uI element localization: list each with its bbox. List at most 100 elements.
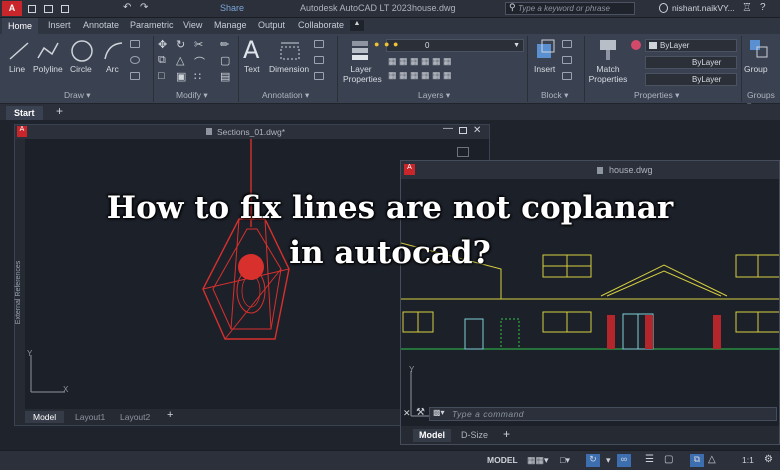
panel-annotation[interactable]: Annotation ▾ [262,90,309,101]
viewport-controls[interactable] [457,147,469,157]
snap-icon[interactable]: □▾ [560,455,570,466]
mirror-icon[interactable]: △ [176,54,184,67]
grid-icon[interactable]: ▦▦▾ [527,455,549,466]
open-icon[interactable] [44,5,53,13]
layer-properties-button[interactable]: Layer Properties [343,64,382,84]
move-icon[interactable]: ✥ [158,38,167,51]
tab-manage[interactable]: Manage [214,20,247,30]
lineweight-dropdown[interactable]: ByLayer [645,73,737,86]
search-input[interactable]: ⚲ Type a keyword or phrase [505,2,635,15]
cart-icon[interactable]: ♖ [742,1,752,14]
layer-tool-icon[interactable]: ▦ ▦ ▦ ▦ ▦ ▦ [388,56,452,67]
create-block-icon[interactable] [562,40,572,48]
maximize-icon[interactable] [459,127,467,134]
match-properties-icon[interactable] [597,38,619,62]
quick-access-icons[interactable]: ↶ ↷ [28,2,178,13]
edit-block-icon[interactable] [562,56,572,64]
polyline-button[interactable]: Polyline [33,64,63,74]
tab-annotate[interactable]: Annotate [83,20,119,30]
command-icon[interactable]: ▩▾ [433,408,445,417]
match-properties-button[interactable]: Match Properties [588,64,628,84]
scale-icon[interactable]: ▣ [176,70,186,83]
tab-model[interactable]: Model [25,411,65,423]
save-icon[interactable] [28,5,36,13]
panel-properties[interactable]: Properties ▾ [634,90,679,101]
insert-button[interactable]: Insert [534,64,555,74]
undo-icon[interactable]: ↶ [123,2,131,13]
group-button[interactable]: Group [744,64,768,74]
user-icon[interactable] [659,3,668,13]
panel-draw[interactable]: Draw ▾ [64,90,90,101]
copy-icon[interactable]: ⧉ [158,54,166,67]
tab-output[interactable]: Output [258,20,285,30]
tab-collaborate[interactable]: Collaborate [298,20,344,30]
close-icon[interactable]: ✕ [473,125,481,136]
start-tab[interactable]: Start [6,106,43,120]
close-icon[interactable]: ✕ [403,408,411,419]
rectangle-icon[interactable] [130,40,140,48]
fillet-icon[interactable]: ⌒ [194,54,205,70]
tab-home[interactable]: Home [2,18,39,34]
tab-d-size[interactable]: D-Size [461,430,488,440]
stretch-icon[interactable]: □ [158,70,165,82]
explode-icon[interactable]: ▢ [220,54,230,67]
share-button[interactable]: Share [220,3,244,13]
layer-dropdown[interactable]: ● ● ● 0 ▼ [374,39,524,52]
table-icon[interactable] [314,56,324,64]
minimize-icon[interactable]: — [443,123,453,134]
ortho-icon[interactable]: ↻ [586,454,600,467]
panel-block[interactable]: Block ▾ [541,90,568,101]
dimension-button[interactable]: Dimension [269,64,309,74]
group-icon[interactable] [748,38,770,62]
tab-layout2[interactable]: Layout2 [120,412,150,422]
save-as-icon[interactable] [61,5,69,13]
color-dropdown[interactable]: ByLayer [645,39,737,52]
line-button[interactable]: Line [9,64,25,74]
selection-cycling-icon[interactable]: ⧉ [690,454,704,467]
new-tab-button[interactable]: + [56,104,63,118]
layer-properties-icon[interactable] [348,38,372,62]
model-space-button[interactable]: MODEL [487,455,518,465]
markup-icon[interactable] [314,72,324,80]
command-input[interactable]: Type a command [452,409,524,419]
add-layout-button[interactable]: + [503,427,510,441]
line-icon[interactable] [8,40,30,62]
tab-insert[interactable]: Insert [48,20,71,30]
hatch-icon[interactable] [130,72,140,80]
panel-modify[interactable]: Modify ▾ [176,90,208,101]
linetype-dropdown[interactable]: ByLayer [645,56,737,69]
arc-icon[interactable] [102,40,124,62]
layer-tool-icon[interactable]: ▦ ▦ ▦ ▦ ▦ ▦ [388,70,452,81]
command-line[interactable]: ✕ ⚒ ▩▾ Type a command [403,407,777,421]
app-logo[interactable]: A [2,1,22,16]
arc-button[interactable]: Arc [106,64,119,74]
attribute-icon[interactable] [562,72,572,80]
tab-model[interactable]: Model [413,429,451,442]
rotate-icon[interactable]: ↻ [176,38,185,51]
osnap-icon[interactable]: ▾ [606,455,611,466]
color-wheel-icon[interactable] [631,40,641,50]
polyline-icon[interactable] [36,40,60,62]
array-icon[interactable]: ∷ [194,70,201,83]
text-button[interactable]: Text [244,64,260,74]
panel-layers[interactable]: Layers ▾ [418,90,450,101]
settings-icon[interactable]: ⚙ [764,454,773,465]
lineweight-icon[interactable]: ☰ [645,454,654,465]
text-icon[interactable]: A [243,36,259,64]
offset-icon[interactable]: ▤ [220,70,230,83]
annotation-scale-icon[interactable]: △ [708,454,716,465]
redo-icon[interactable]: ↷ [140,2,148,13]
ribbon-toggle-icon[interactable]: ▲ [350,20,364,31]
scale-value[interactable]: 1:1 [742,455,754,465]
tab-view[interactable]: View [183,20,202,30]
dimension-icon[interactable] [278,40,302,62]
insert-icon[interactable] [533,38,557,62]
trim-icon[interactable]: ✂ [194,38,203,51]
wrench-icon[interactable]: ⚒ [416,407,425,418]
leader-icon[interactable] [314,40,324,48]
ellipse-icon[interactable] [130,56,140,64]
add-layout-button[interactable]: + [167,409,173,421]
polar-icon[interactable]: ∞ [617,454,631,467]
erase-icon[interactable]: ✏ [220,38,229,51]
user-name[interactable]: nishant.naikVY... [672,3,735,13]
